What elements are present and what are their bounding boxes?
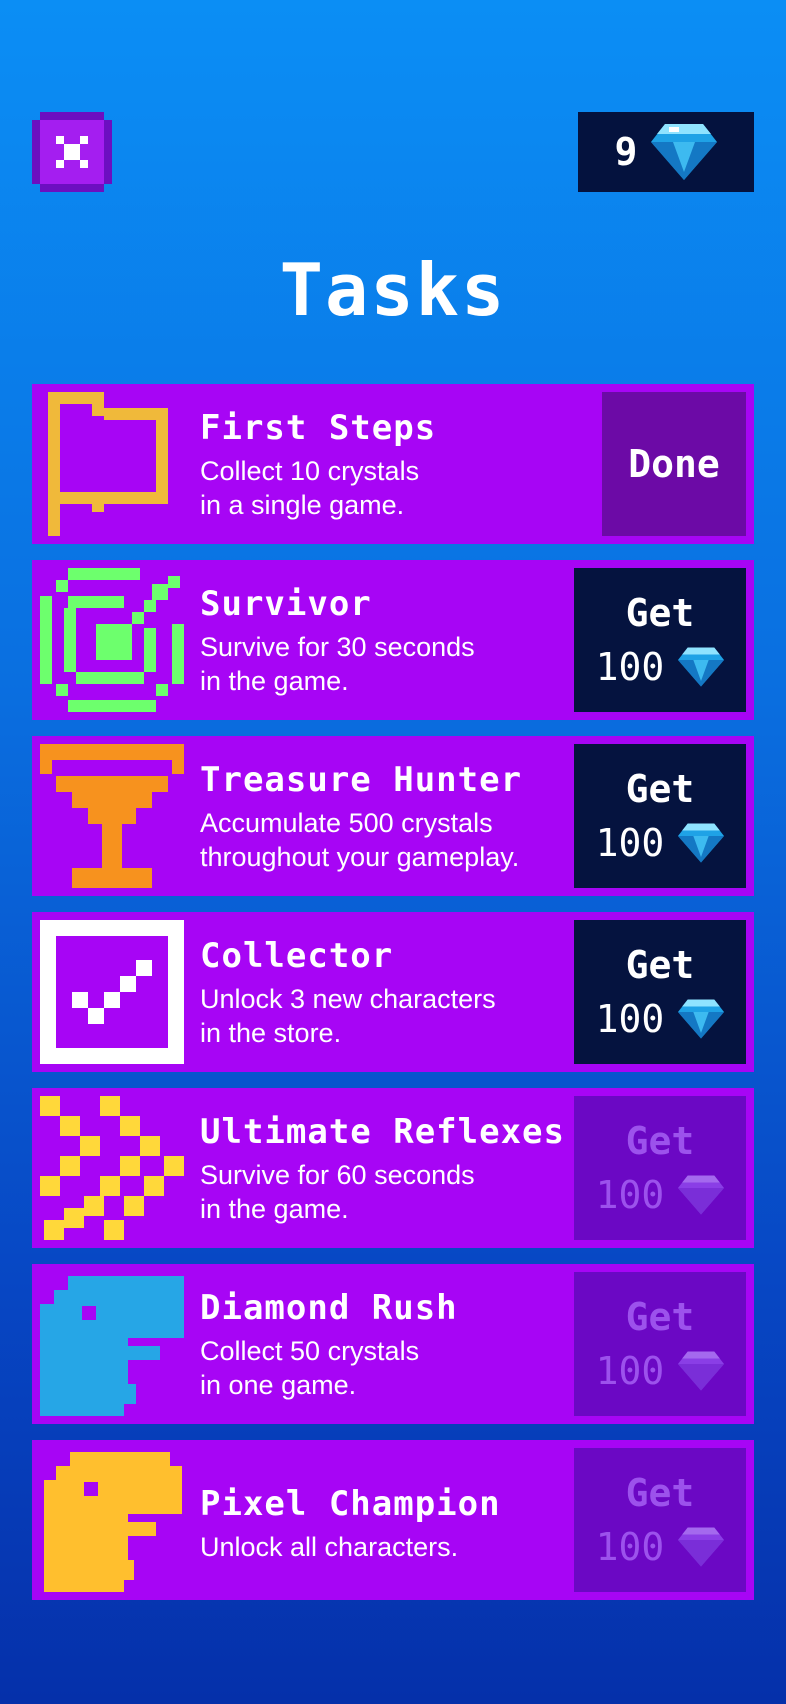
task-card: Treasure Hunter Accumulate 500 crystals … bbox=[32, 736, 754, 896]
page-title: Tasks bbox=[279, 248, 507, 332]
claim-label: Get bbox=[625, 767, 695, 811]
locked-reward-button[interactable]: Get 100 bbox=[574, 1096, 746, 1240]
claim-reward-button[interactable]: Get 100 bbox=[574, 568, 746, 712]
diamond-icon bbox=[678, 647, 725, 687]
task-title: Pixel Champion bbox=[200, 1484, 501, 1524]
diamond-icon bbox=[678, 1527, 725, 1567]
claim-label: Get bbox=[625, 943, 695, 987]
diamond-icon bbox=[678, 999, 725, 1039]
diamond-icon bbox=[678, 1175, 725, 1215]
reward-amount-row: 100 bbox=[596, 1525, 725, 1569]
reward-amount: 100 bbox=[595, 1173, 665, 1217]
reward-amount: 100 bbox=[595, 1349, 665, 1393]
crystal-count: 9 bbox=[614, 130, 638, 174]
task-card: Pixel Champion Unlock all characters. Ge… bbox=[32, 1440, 754, 1600]
task-title: Collector bbox=[200, 936, 394, 976]
task-card: First Steps Collect 10 crystals in a sin… bbox=[32, 384, 754, 544]
checkbox-icon bbox=[40, 920, 184, 1064]
claim-reward-button[interactable]: Get 100 bbox=[574, 920, 746, 1064]
locked-reward-button[interactable]: Get 100 bbox=[574, 1272, 746, 1416]
zigzag-icon bbox=[40, 1096, 184, 1240]
diamond-icon bbox=[651, 124, 718, 180]
done-label: Done bbox=[628, 442, 720, 486]
reward-amount: 100 bbox=[595, 997, 665, 1041]
task-title: First Steps bbox=[200, 408, 437, 448]
task-card: Ultimate Reflexes Survive for 60 seconds… bbox=[32, 1088, 754, 1248]
reward-amount-row: 100 bbox=[596, 997, 725, 1041]
yellow-dino-icon bbox=[40, 1448, 184, 1592]
claim-reward-button[interactable]: Get 100 bbox=[574, 744, 746, 888]
close-button[interactable] bbox=[32, 112, 112, 192]
reward-amount: 100 bbox=[595, 645, 665, 689]
task-title: Treasure Hunter bbox=[200, 760, 523, 800]
done-button: Done bbox=[602, 392, 746, 536]
task-description: Unlock all characters. bbox=[200, 1532, 459, 1562]
task-description: Collect 50 crystals in one game. bbox=[200, 1336, 420, 1400]
reward-amount-row: 100 bbox=[596, 1349, 725, 1393]
locked-reward-button[interactable]: Get 100 bbox=[574, 1448, 746, 1592]
task-description: Collect 10 crystals in a single game. bbox=[200, 456, 420, 520]
claim-label: Get bbox=[625, 1295, 695, 1339]
task-title: Ultimate Reflexes bbox=[200, 1112, 565, 1152]
flag-icon bbox=[40, 392, 184, 536]
claim-label: Get bbox=[625, 1471, 695, 1515]
diamond-icon bbox=[678, 823, 725, 863]
claim-label: Get bbox=[625, 591, 695, 635]
task-description: Unlock 3 new characters in the store. bbox=[200, 984, 496, 1048]
task-card: Diamond Rush Collect 50 crystals in one … bbox=[32, 1264, 754, 1424]
blue-dino-icon bbox=[40, 1272, 184, 1416]
task-card: Survivor Survive for 30 seconds in the g… bbox=[32, 560, 754, 720]
crystal-balance: 9 bbox=[578, 112, 754, 192]
reward-amount: 100 bbox=[595, 821, 665, 865]
target-icon bbox=[40, 568, 184, 712]
task-description: Survive for 60 seconds in the game. bbox=[200, 1160, 475, 1224]
trophy-icon bbox=[40, 744, 184, 888]
claim-label: Get bbox=[625, 1119, 695, 1163]
task-card: Collector Unlock 3 new characters in the… bbox=[32, 912, 754, 1072]
reward-amount-row: 100 bbox=[596, 1173, 725, 1217]
task-title: Diamond Rush bbox=[200, 1288, 458, 1328]
reward-amount-row: 100 bbox=[596, 821, 725, 865]
task-description: Survive for 30 seconds in the game. bbox=[200, 632, 475, 696]
diamond-icon bbox=[678, 1351, 725, 1391]
close-icon bbox=[32, 112, 112, 192]
reward-amount: 100 bbox=[595, 1525, 665, 1569]
reward-amount-row: 100 bbox=[596, 645, 725, 689]
task-title: Survivor bbox=[200, 584, 372, 624]
task-description: Accumulate 500 crystals throughout your … bbox=[200, 808, 520, 872]
